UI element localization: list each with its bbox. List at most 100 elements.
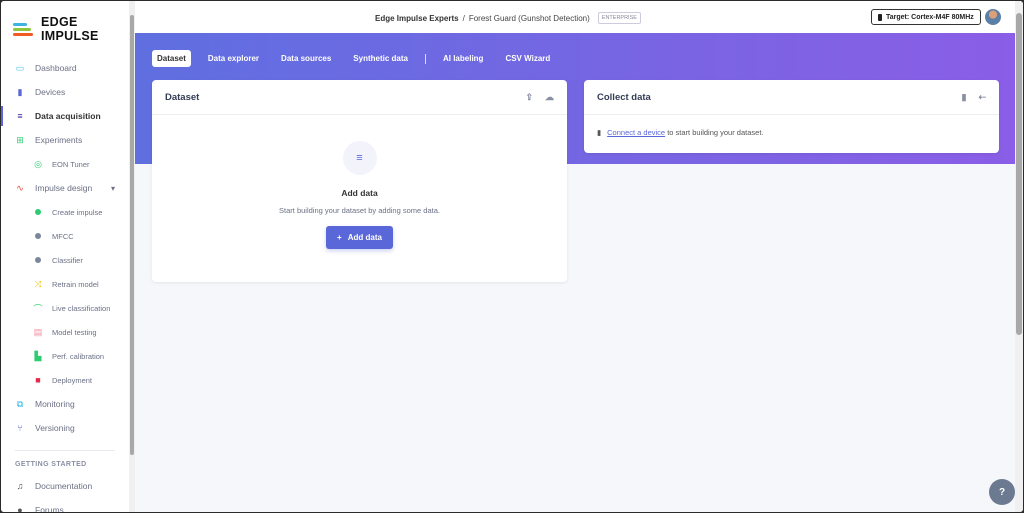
sidebar-item-label: Documentation (35, 481, 93, 491)
top-bar: Edge Impulse Experts / Forest Guard (Gun… (135, 1, 1015, 33)
sidebar-item-label: MFCC (52, 231, 74, 241)
dataset-card: Dataset ⇪ ☁ ≡ Add data Start building you… (152, 80, 567, 282)
breadcrumb-project[interactable]: Forest Guard (Gunshot Detection) (469, 14, 590, 23)
sidebar-nav: ▭ Dashboard ▮ Devices ≡ Data acquisition ⊞ Expe… (1, 56, 129, 512)
sidebar-item-classifier[interactable]: Classifier (1, 248, 129, 272)
sidebar-item-label: Retrain model (52, 279, 99, 289)
sidebar-item-label: Devices (35, 87, 66, 97)
pulse-icon: ∿ (16, 182, 24, 193)
sidebar-item-devices[interactable]: ▮ Devices (1, 80, 129, 104)
tab-synthetic-data[interactable]: Synthetic data (348, 50, 413, 67)
sidebar-item-label: Perf. calibration (52, 351, 105, 361)
avatar[interactable] (985, 9, 1001, 25)
compass-icon: ◎ (34, 158, 42, 169)
tab-data-sources[interactable]: Data sources (276, 50, 336, 67)
sidebar-item-deployment[interactable]: ■ Deployment (1, 368, 129, 392)
sidebar-item-label: Versioning (35, 423, 75, 433)
connect-device-link[interactable]: Connect a device (607, 128, 665, 137)
tab-ai-labeling[interactable]: AI labeling (438, 50, 488, 67)
collect-title: Collect data (597, 91, 651, 103)
sidebar-item-label: Create impulse (52, 207, 103, 217)
add-data-button[interactable]: + Add data (326, 226, 393, 249)
monitor-icon: ▭ (15, 62, 25, 73)
sidebar-item-eon-tuner[interactable]: ◎ EON Tuner (1, 152, 129, 176)
sidebar-item-label: Model testing (52, 327, 97, 337)
sidebar-item-retrain-model[interactable]: ⤨ Retrain model (1, 272, 129, 296)
sidebar-item-forums[interactable]: ● Forums (1, 498, 129, 512)
dot-icon (34, 231, 42, 241)
sidebar-item-documentation[interactable]: ♫ Documentation (1, 474, 129, 498)
empty-subtitle: Start building your dataset by adding so… (279, 206, 440, 215)
sidebar-item-label: Data acquisition (35, 111, 101, 121)
section-getting-started: GETTING STARTED (15, 461, 87, 468)
tab-data-explorer[interactable]: Data explorer (203, 50, 264, 67)
sidebar-item-label: Forums (35, 505, 64, 512)
sidebar-item-experiments[interactable]: ⊞ Experiments (1, 128, 129, 152)
plus-icon: + (337, 233, 342, 242)
binoculars-icon: ⧉ (16, 398, 24, 409)
sidebar-divider (15, 450, 115, 451)
chip-icon (878, 13, 882, 21)
breadcrumb-separator: / (462, 13, 465, 23)
help-button[interactable]: ? (989, 479, 1015, 505)
factory-icon: ▙ (34, 350, 42, 361)
page-scrollbar[interactable] (1015, 1, 1023, 512)
sidebar-item-data-acquisition[interactable]: ≡ Data acquisition (1, 104, 129, 128)
database-icon: ≡ (17, 111, 23, 121)
sidebar-item-label: Impulse design (35, 183, 93, 193)
target-label: Target: Cortex-M4F 80MHz (886, 13, 974, 21)
device-icon: ▮ (597, 128, 602, 137)
usb-icon[interactable]: ⇠ (978, 92, 986, 103)
add-data-label: Add data (347, 233, 382, 242)
sidebar-item-label: Classifier (52, 255, 83, 265)
database-icon: ≡ (342, 141, 377, 175)
sidebar-item-model-testing[interactable]: ▤ Model testing (1, 320, 129, 344)
logo[interactable]: EDGE IMPULSE (13, 15, 129, 43)
sidebar-item-live-classification[interactable]: ⌒ Live classification (1, 296, 129, 320)
sidebar-item-impulse-design[interactable]: ∿ Impulse design ▾ (1, 176, 129, 200)
sidebar: EDGE IMPULSE ▭ Dashboard ▮ Devices ≡ Data acq… (1, 1, 129, 512)
book-icon: ♫ (16, 481, 24, 491)
branch-icon: ⑂ (17, 423, 23, 433)
sidebar-item-label: EON Tuner (52, 159, 90, 169)
sidebar-item-label: Monitoring (35, 399, 75, 409)
tabs: Dataset Data explorer Data sources Synth… (152, 50, 555, 67)
enterprise-badge: ENTERPRISE (597, 12, 641, 24)
network-icon: ⌒ (33, 303, 43, 314)
collect-text: to start building your dataset. (667, 128, 764, 137)
chevron-down-icon[interactable]: ▾ (111, 184, 115, 193)
empty-title: Add data (341, 188, 378, 198)
dot-icon (34, 207, 42, 217)
sidebar-item-monitoring[interactable]: ⧉ Monitoring (1, 392, 129, 416)
device-icon: ▮ (17, 86, 23, 97)
dataset-title: Dataset (165, 91, 200, 103)
shuffle-icon: ⤨ (34, 278, 42, 289)
breadcrumb: Edge Impulse Experts / Forest Guard (Gun… (375, 12, 641, 24)
target-button[interactable]: Target: Cortex-M4F 80MHz (871, 9, 981, 25)
sidebar-item-versioning[interactable]: ⑂ Versioning (1, 416, 129, 440)
sidebar-item-perf-calibration[interactable]: ▙ Perf. calibration (1, 344, 129, 368)
chat-icon: ● (17, 505, 23, 512)
app-window: EDGE IMPULSE ▭ Dashboard ▮ Devices ≡ Data acq… (1, 1, 1023, 512)
main: Edge Impulse Experts / Forest Guard (Gun… (135, 1, 1015, 512)
sidebar-item-mfcc[interactable]: MFCC (1, 224, 129, 248)
sidebar-item-create-impulse[interactable]: Create impulse (1, 200, 129, 224)
tab-csv-wizard[interactable]: CSV Wizard (500, 50, 555, 67)
tab-divider (424, 53, 426, 64)
cloud-upload-icon[interactable]: ☁ (545, 92, 554, 103)
tab-dataset[interactable]: Dataset (152, 50, 191, 67)
upload-icon[interactable]: ⇪ (525, 92, 533, 103)
box-icon: ■ (35, 375, 41, 385)
logo-icon (13, 21, 33, 38)
collect-data-card: Collect data ▮ ⇠ ▮ Connect a device to st… (584, 80, 999, 153)
clipboard-icon: ▤ (33, 326, 43, 337)
sidebar-item-label: Live classification (52, 303, 111, 313)
brand-name: EDGE IMPULSE (41, 15, 99, 43)
sidebar-item-label: Experiments (35, 135, 83, 145)
table-icon: ⊞ (16, 134, 24, 145)
breadcrumb-org[interactable]: Edge Impulse Experts (375, 14, 459, 23)
device-icon[interactable]: ▮ (962, 92, 967, 103)
sidebar-item-label: Deployment (52, 375, 93, 385)
sidebar-item-dashboard[interactable]: ▭ Dashboard (1, 56, 129, 80)
dot-icon (34, 255, 42, 265)
